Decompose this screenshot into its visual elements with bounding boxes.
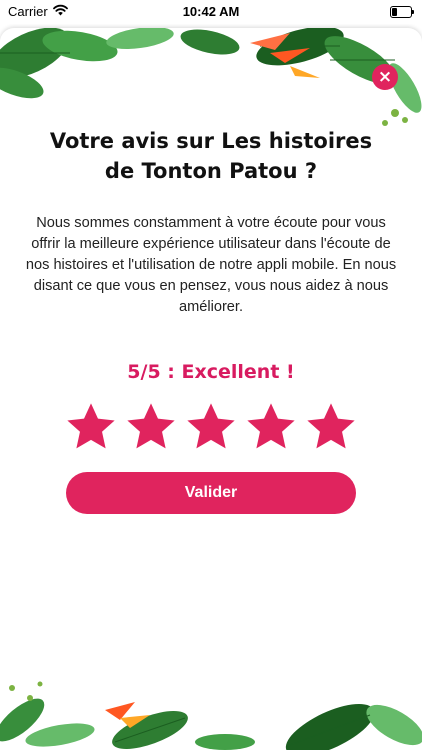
star-5-icon[interactable] (304, 400, 358, 454)
page-title: Votre avis sur Les histoires de Tonton P… (49, 129, 373, 183)
description-text: Nous sommes constamment à votre écoute p… (25, 215, 397, 315)
rating-label: 5/5 : Excellent ! (127, 361, 295, 383)
star-4-icon[interactable] (244, 400, 298, 454)
battery-icon (390, 6, 414, 18)
close-button[interactable]: × (372, 64, 398, 90)
star-2-icon[interactable] (124, 400, 178, 454)
close-icon: × (377, 67, 393, 87)
status-bar: Carrier 10:42 AM (0, 0, 422, 24)
status-time: 10:42 AM (182, 4, 240, 19)
tropical-leaves-bottom-decoration (0, 681, 422, 750)
validate-button[interactable]: Valider (66, 472, 356, 514)
star-rating (64, 400, 358, 462)
feedback-sheet: × Votre avis sur Les histoires de Tonton… (0, 28, 422, 750)
tropical-leaves-top-decoration (0, 28, 422, 126)
star-3-icon[interactable] (184, 400, 238, 454)
star-1-icon[interactable] (64, 400, 118, 454)
